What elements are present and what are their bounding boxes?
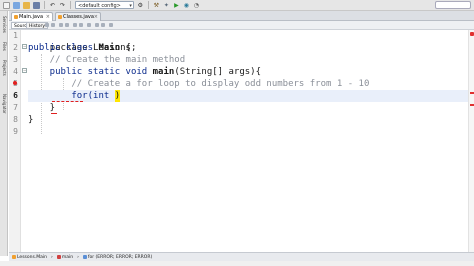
- breadcrumb-separator-icon: ›: [77, 254, 79, 260]
- undo-icon[interactable]: ↶: [49, 2, 56, 9]
- method-icon: [56, 255, 61, 259]
- toolbar-icon[interactable]: [109, 23, 113, 27]
- keyword: int: [93, 91, 110, 101]
- tab-classes-java[interactable]: Classes.java ×: [55, 12, 101, 21]
- toolbar-icon[interactable]: [87, 23, 91, 27]
- toolbar-icon[interactable]: [73, 23, 77, 27]
- code-line-5: // Create a for loop to display odd numb…: [28, 78, 369, 90]
- toolbar-icon[interactable]: [95, 23, 99, 27]
- toolbar-separator: [44, 1, 45, 9]
- code-line-1: package Lessons;: [28, 30, 137, 53]
- main-toolbar: ↶ ↷ <default config> ▾ ⚙ ⚒ ✦ ▶ ◉ ◔: [0, 0, 474, 11]
- line-number-gutter: 1 2 3 4 5 6 7 8 9: [9, 30, 21, 252]
- clean-build-icon[interactable]: ✦: [163, 2, 170, 9]
- side-tab-projects[interactable]: Projects: [0, 57, 8, 79]
- toolbar-icon[interactable]: [65, 23, 69, 27]
- code-text: (String[] args){: [174, 67, 262, 77]
- settings-icon[interactable]: ⚙: [137, 2, 144, 9]
- keyword: public static void: [28, 67, 153, 77]
- toolbar-icon[interactable]: [101, 23, 105, 27]
- line-number: 3: [13, 55, 18, 64]
- error-stripe-mark[interactable]: [470, 104, 474, 106]
- java-file-icon: [14, 15, 18, 19]
- side-tab-files[interactable]: Files: [0, 39, 8, 53]
- line-number-current: 6: [13, 91, 18, 100]
- breadcrumb: Lessons.Main › main › for (ERROR; ERROR;…: [9, 252, 474, 261]
- error-underline: [52, 100, 83, 102]
- breadcrumb-loop[interactable]: for (ERROR; ERROR; ERROR): [82, 254, 153, 260]
- toolbar-icon[interactable]: [51, 23, 55, 27]
- fold-toggle-icon[interactable]: −: [22, 68, 27, 73]
- tab-main-java[interactable]: Main.java ×: [11, 12, 53, 21]
- code-editor[interactable]: package Lessons; public class Main { // …: [28, 30, 474, 252]
- build-icon[interactable]: ⚒: [153, 2, 160, 9]
- fold-toggle-icon[interactable]: −: [22, 44, 27, 49]
- code-line-3: // Create the main method: [28, 54, 185, 66]
- toolbar-separator: [70, 1, 71, 9]
- error-stripe[interactable]: [468, 30, 474, 252]
- class-icon: [12, 255, 16, 259]
- toolbar-icon[interactable]: [45, 23, 49, 27]
- toolbar-separator: [147, 1, 149, 9]
- breadcrumb-separator-icon: ›: [51, 254, 53, 260]
- redo-icon[interactable]: ↷: [59, 2, 66, 9]
- open-project-icon[interactable]: [23, 1, 30, 9]
- side-tab-services[interactable]: Services: [0, 13, 8, 35]
- comment-text: // Create the main method: [28, 55, 186, 65]
- class-name: Main: [98, 43, 121, 53]
- run-icon[interactable]: ▶: [173, 2, 180, 9]
- debug-icon[interactable]: ◉: [183, 2, 190, 9]
- breadcrumb-label: for (ERROR; ERROR; ERROR): [87, 254, 153, 260]
- config-select[interactable]: <default config> ▾: [75, 1, 134, 9]
- keyword: public class: [28, 43, 99, 53]
- new-project-icon[interactable]: [13, 1, 20, 9]
- chevron-down-icon: ▾: [129, 3, 132, 9]
- code-text: {: [120, 43, 131, 53]
- config-select-value: <default config>: [78, 3, 121, 9]
- save-all-icon[interactable]: [33, 1, 40, 9]
- text-caret: ): [114, 90, 121, 102]
- toolbar-icon[interactable]: [79, 23, 83, 27]
- code-line-6-current: for(int ): [28, 90, 474, 102]
- line-number: 9: [13, 127, 18, 136]
- breadcrumb-class[interactable]: Lessons.Main: [12, 255, 47, 260]
- toolbar-icon[interactable]: [59, 23, 63, 27]
- tab-label: Classes.java: [63, 14, 94, 20]
- tab-label: Main.java: [19, 14, 44, 20]
- breadcrumb-label: main: [61, 254, 74, 260]
- source-history-bar: Source History: [9, 21, 474, 30]
- code-text: }: [28, 115, 34, 125]
- loop-icon: [82, 255, 87, 259]
- status-indicator-icon: [470, 32, 474, 36]
- editor-tab-bar: Main.java × Classes.java ×: [9, 11, 474, 21]
- error-marker-icon[interactable]: [13, 81, 17, 85]
- line-number: 2: [13, 43, 18, 52]
- line-number: 4: [13, 67, 18, 76]
- bottom-strip: [0, 261, 474, 266]
- breadcrumb-method[interactable]: main: [56, 254, 74, 260]
- error-stripe-mark[interactable]: [470, 92, 474, 94]
- breadcrumb-label: Lessons.Main: [17, 254, 48, 260]
- code-line-2: public class Main {: [28, 42, 131, 54]
- comment-text: // Create a for loop to display odd numb…: [28, 79, 370, 89]
- new-file-icon[interactable]: [3, 1, 10, 9]
- code-line-4: public static void main(String[] args){: [28, 66, 261, 78]
- error-underline: [51, 112, 57, 114]
- java-file-icon: [58, 15, 62, 19]
- side-panel-strip: Services Files Projects Navigator: [0, 11, 8, 256]
- profile-icon[interactable]: ◔: [193, 2, 200, 9]
- search-input[interactable]: [435, 1, 471, 9]
- line-number: 1: [13, 31, 18, 40]
- line-number: 8: [13, 115, 18, 124]
- method-name: main: [152, 67, 175, 77]
- code-line-8: }: [28, 114, 33, 126]
- line-number: 7: [13, 103, 18, 112]
- side-tab-navigator[interactable]: Navigator: [0, 91, 8, 117]
